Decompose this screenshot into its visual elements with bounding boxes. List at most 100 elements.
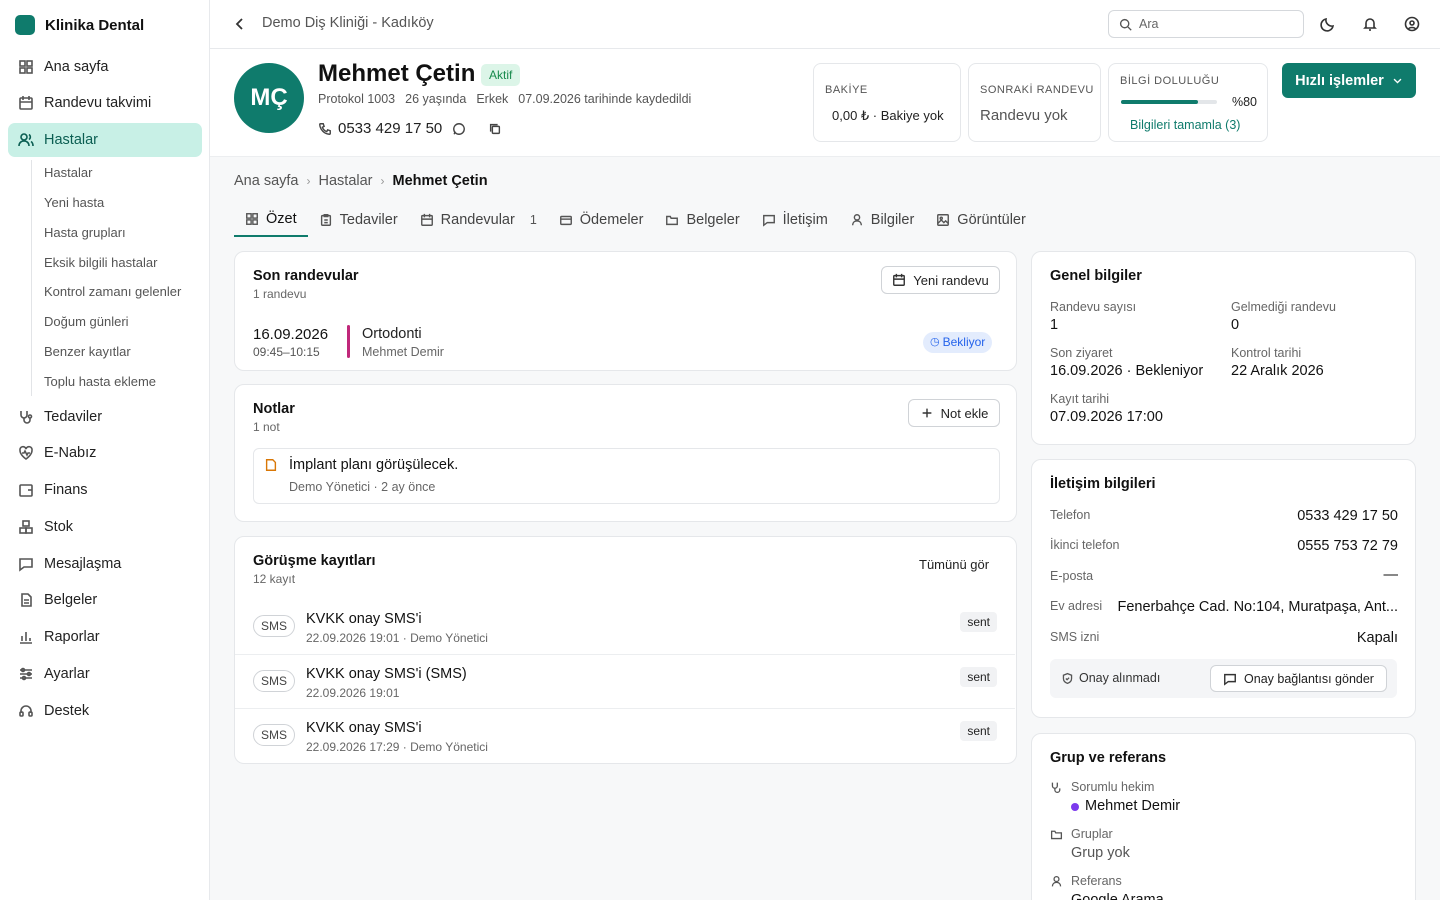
sidebar-item-treatments[interactable]: Tedaviler xyxy=(8,400,202,434)
group-reference-card: Grup ve referans Sorumlu hekim Mehmet De… xyxy=(1031,733,1416,900)
account-button[interactable] xyxy=(1404,16,1420,32)
send-consent-link-button[interactable]: Onay bağlantısı gönder xyxy=(1210,665,1387,692)
log-title: KVKK onay SMS'i (SMS) xyxy=(306,666,467,682)
sidebar-item-reports[interactable]: Raporlar xyxy=(8,620,202,654)
sidebar-item-calendar[interactable]: Randevu takvimi xyxy=(8,86,202,120)
users-icon xyxy=(18,133,34,147)
card-icon xyxy=(559,215,572,226)
table-row[interactable]: SMS KVKK onay SMS'i (SMS) 22.09.2026 19:… xyxy=(235,654,1015,709)
dark-mode-button[interactable] xyxy=(1320,16,1336,32)
note-meta: Demo Yönetici · 2 ay önce xyxy=(289,480,436,494)
registration-date-label: Kayıt tarihi xyxy=(1050,392,1110,406)
sidebar-item-patients[interactable]: Hastalar xyxy=(8,123,202,157)
tab-appointments[interactable]: Randevular 1 xyxy=(409,203,548,237)
tab-payments[interactable]: Ödemeler xyxy=(548,203,655,237)
note-item[interactable]: İmplant planı görüşülecek. Demo Yönetici… xyxy=(253,448,1000,504)
subnav-item[interactable]: Doğum günleri xyxy=(44,312,129,332)
sidebar-item-settings[interactable]: Ayarlar xyxy=(8,657,202,691)
sidebar-item-label: Destek xyxy=(44,703,90,719)
tab-label: Randevular xyxy=(440,212,515,228)
plus-icon xyxy=(922,408,932,418)
note-text: İmplant planı görüşülecek. xyxy=(289,457,459,473)
add-note-button[interactable]: Not ekle xyxy=(908,399,1000,427)
notes-card: Notlar 1 not Not ekle İmplant planı görü… xyxy=(234,384,1017,522)
subnav-item[interactable]: Eksik bilgili hastalar xyxy=(44,253,157,273)
message-icon xyxy=(19,558,33,572)
contact-info-card: İletişim bilgileri Telefon 0533 429 17 5… xyxy=(1031,459,1416,718)
whatsapp-icon[interactable] xyxy=(452,122,466,136)
next-appointment-value: Randevu yok xyxy=(980,107,1068,124)
tab-treatments[interactable]: Tedaviler xyxy=(308,203,409,237)
sliders-icon xyxy=(20,667,32,681)
subnav-item[interactable]: Benzer kayıtlar xyxy=(44,342,131,362)
next-appointment-label: SONRAKİ RANDEVU xyxy=(980,84,1094,96)
subnav-item[interactable]: Kontrol zamanı gelenler xyxy=(44,282,181,302)
tab-info[interactable]: Bilgiler xyxy=(839,203,926,237)
second-phone-label: İkinci telefon xyxy=(1050,538,1120,552)
search-placeholder: Ara xyxy=(1139,17,1159,31)
tab-label: İletişim xyxy=(782,212,828,228)
search-input[interactable]: Ara xyxy=(1108,10,1304,38)
top-bar: Demo Diş Kliniği - Kadıköy Ara xyxy=(210,0,1440,49)
channel-badge: SMS xyxy=(253,615,295,637)
protocol-number: Protokol 1003 xyxy=(318,92,396,106)
subnav-item[interactable]: Hastalar xyxy=(44,163,92,183)
new-appointment-button[interactable]: Yeni randevu xyxy=(881,266,1000,294)
responsible-doctor: Mehmet Demir xyxy=(1085,798,1181,814)
breadcrumb-patients[interactable]: Hastalar xyxy=(319,173,373,189)
patient-age: 26 yaşında xyxy=(405,92,467,106)
tab-communication[interactable]: İletişim xyxy=(751,203,839,237)
log-meta: 22.09.2026 19:01 xyxy=(306,686,400,700)
stethoscope-icon xyxy=(20,411,33,424)
tab-documents[interactable]: Belgeler xyxy=(654,203,750,237)
table-row[interactable]: SMS KVKK onay SMS'i 22.09.2026 19:01 · D… xyxy=(235,600,1015,655)
user-icon xyxy=(1051,875,1062,887)
card-subtitle: 12 kayıt xyxy=(253,572,296,586)
second-phone-value: 0555 753 72 79 xyxy=(1297,538,1398,554)
moon-icon xyxy=(1320,17,1335,32)
calendar-icon xyxy=(420,213,433,226)
subnav-item[interactable]: Toplu hasta ekleme xyxy=(44,372,156,392)
status-badge: sent xyxy=(960,721,997,741)
message-icon xyxy=(762,214,775,227)
clipboard-icon xyxy=(320,214,331,226)
card-title: Görüşme kayıtları xyxy=(253,553,376,569)
chevron-left-icon[interactable] xyxy=(232,16,248,32)
sidebar-item-enabiz[interactable]: E-Nabız xyxy=(8,436,202,470)
complete-info-link[interactable]: Bilgileri tamamla (3) xyxy=(1130,118,1240,132)
sidebar-item-support[interactable]: Destek xyxy=(8,694,202,728)
appointment-color-bar xyxy=(347,325,350,358)
appointment-count: 1 xyxy=(1050,317,1059,333)
tab-summary[interactable]: Özet xyxy=(234,203,308,237)
appointment-row[interactable]: 16.09.2026 09:45–10:15 Ortodonti Mehmet … xyxy=(235,318,1016,362)
balance-value: 0,00 ₺ · Bakiye yok xyxy=(832,108,944,123)
sidebar-item-label: Mesajlaşma xyxy=(44,556,122,572)
sidebar-item-documents[interactable]: Belgeler xyxy=(8,583,202,617)
subnav-item[interactable]: Yeni hasta xyxy=(44,193,104,213)
logo-mark-icon xyxy=(15,15,35,35)
copy-icon[interactable] xyxy=(488,122,502,136)
sidebar-item-finance[interactable]: Finans xyxy=(8,473,202,507)
sidebar-item-label: Raporlar xyxy=(44,629,100,645)
phone-label: Telefon xyxy=(1050,508,1091,522)
breadcrumb-home[interactable]: Ana sayfa xyxy=(234,173,299,189)
appointment-time: 09:45–10:15 xyxy=(253,345,320,359)
button-label: Yeni randevu xyxy=(913,272,989,288)
see-all-link[interactable]: Tümünü gör xyxy=(919,557,989,572)
sidebar-item-home[interactable]: Ana sayfa xyxy=(8,50,202,84)
missed-count: 0 xyxy=(1231,317,1240,333)
subnav-item[interactable]: Hasta grupları xyxy=(44,223,126,243)
table-row[interactable]: SMS KVKK onay SMS'i 22.09.2026 17:29 · D… xyxy=(235,708,1015,763)
sidebar-item-stock[interactable]: Stok xyxy=(8,510,202,544)
folder-icon xyxy=(1050,830,1063,840)
stethoscope-icon xyxy=(1051,782,1061,794)
quick-actions-button[interactable]: Hızlı işlemler xyxy=(1282,63,1416,98)
patient-meta: Protokol 1003 26 yaşında Erkek 07.09.202… xyxy=(318,92,691,106)
appointment-type: Ortodonti xyxy=(362,326,422,342)
quick-actions-label: Hızlı işlemler xyxy=(1295,72,1384,89)
notifications-button[interactable] xyxy=(1362,16,1378,32)
sidebar-item-messaging[interactable]: Mesajlaşma xyxy=(8,547,202,581)
tab-images[interactable]: Görüntüler xyxy=(925,203,1037,237)
app-logo[interactable]: Klinika Dental xyxy=(15,14,144,36)
tab-label: Özet xyxy=(266,211,297,227)
